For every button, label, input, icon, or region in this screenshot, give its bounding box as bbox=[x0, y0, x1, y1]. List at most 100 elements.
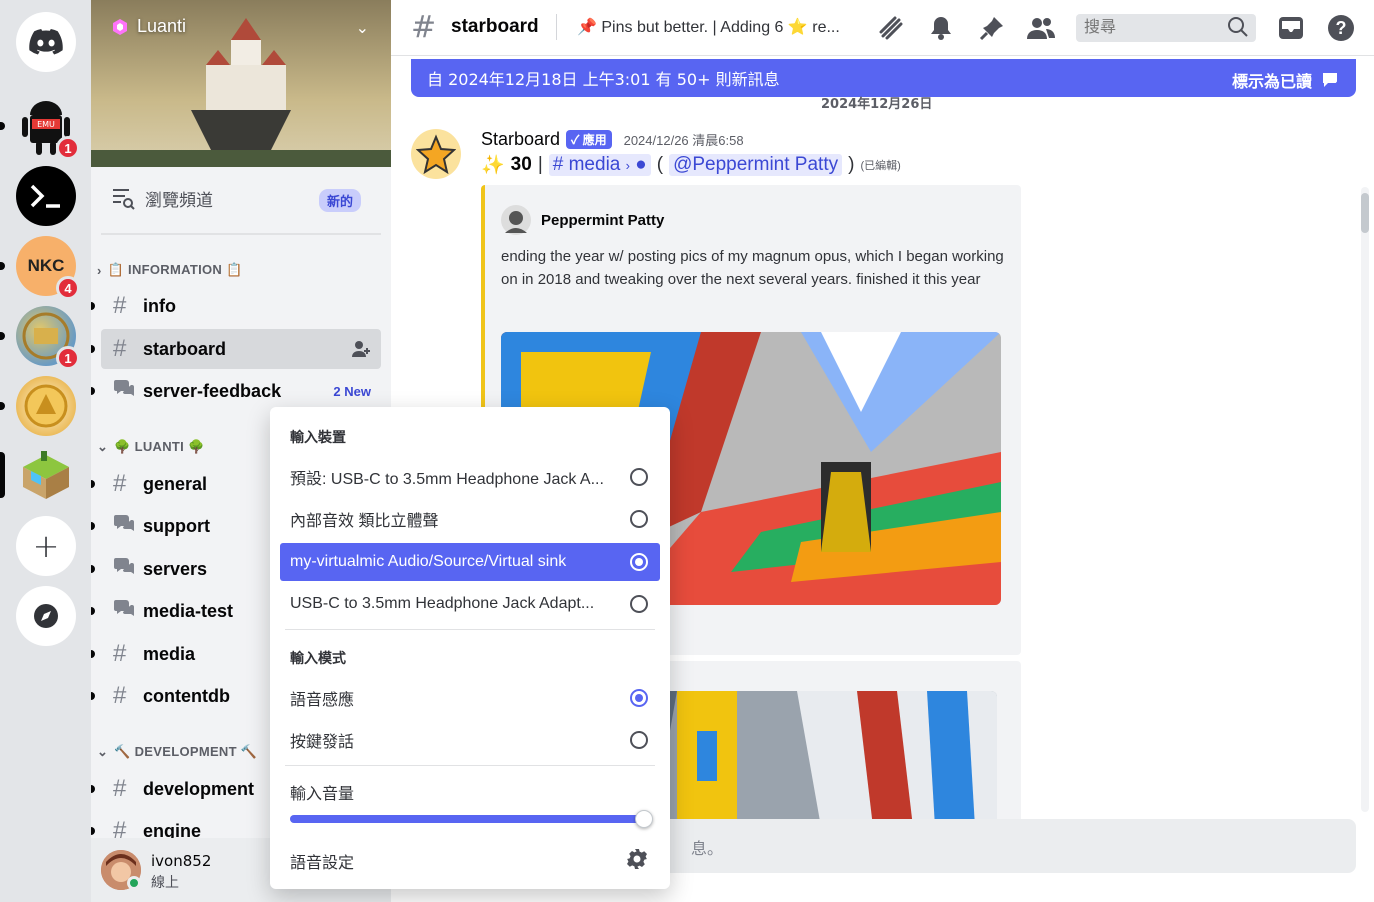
pin-icon bbox=[979, 17, 1003, 41]
browse-channels-button[interactable]: 瀏覽頻道 新的 bbox=[111, 183, 371, 213]
gear-icon[interactable] bbox=[626, 848, 648, 870]
compass-icon bbox=[34, 604, 58, 628]
device-option[interactable]: USB-C to 3.5mm Headphone Jack Adapt... bbox=[280, 585, 660, 623]
discover-button[interactable] bbox=[16, 586, 76, 646]
server-terminal[interactable] bbox=[16, 166, 76, 226]
new-messages-bar[interactable]: 自 2024年12月18日 上午3:01 有 50+ 則新訊息 標示為已讀 bbox=[411, 59, 1356, 97]
radio-button[interactable] bbox=[630, 510, 648, 528]
server-banner[interactable]: Luanti ⌄ bbox=[91, 0, 391, 167]
browse-list-icon bbox=[113, 189, 135, 210]
hash-icon: # bbox=[411, 10, 437, 45]
audio-input-popup: 輸入裝置 預設: USB-C to 3.5mm Headphone Jack A… bbox=[270, 407, 670, 889]
chevron-down-icon: ⌄ bbox=[97, 439, 109, 454]
divider bbox=[285, 765, 655, 766]
inbox-icon bbox=[1279, 17, 1303, 39]
unread-badge: 1 bbox=[56, 136, 80, 160]
mark-as-read-button[interactable]: 標示為已讀 bbox=[1232, 68, 1340, 92]
radio-button[interactable] bbox=[630, 468, 648, 486]
channel-server-feedback[interactable]: server-feedback 2 New bbox=[91, 371, 381, 411]
channel-starboard[interactable]: # starboard bbox=[91, 329, 381, 369]
hash-icon: # bbox=[113, 470, 127, 497]
category-development[interactable]: ⌄ 🔨 DEVELOPMENT 🔨 bbox=[97, 744, 257, 760]
embed-description: ending the year w/ posting pics of my ma… bbox=[501, 248, 1004, 288]
user-mention[interactable]: @Peppermint Patty bbox=[669, 154, 843, 176]
threads-button[interactable] bbox=[875, 12, 907, 44]
username: ivon852 bbox=[151, 852, 212, 870]
luanti-cube-icon bbox=[23, 451, 69, 499]
unread-badge: 1 bbox=[56, 346, 80, 370]
server-name: Luanti bbox=[111, 16, 186, 37]
browse-label: 瀏覽頻道 bbox=[145, 190, 213, 211]
radio-button[interactable] bbox=[630, 731, 648, 749]
add-server-button[interactable]: + bbox=[16, 516, 76, 576]
embed-author[interactable]: Peppermint Patty bbox=[501, 205, 664, 235]
message-content: ✨ 30 | # media › ● (@Peppermint Patty) (… bbox=[481, 154, 901, 176]
sparkle-star-icon: ✨ bbox=[481, 155, 505, 176]
device-option[interactable]: 預設: USB-C to 3.5mm Headphone Jack A... bbox=[280, 458, 660, 496]
server-boost-icon bbox=[113, 18, 127, 35]
notifications-button[interactable] bbox=[925, 12, 957, 44]
server-emblem[interactable] bbox=[16, 376, 76, 436]
radio-button[interactable] bbox=[630, 689, 648, 707]
inbox-button[interactable] bbox=[1275, 12, 1307, 44]
gold-emblem-icon bbox=[24, 384, 68, 428]
scrollbar[interactable] bbox=[1361, 187, 1369, 812]
separator: | bbox=[537, 154, 543, 175]
input-volume-label: 輸入音量 bbox=[290, 786, 355, 803]
radio-button[interactable] bbox=[630, 595, 648, 613]
help-icon: ? bbox=[1328, 15, 1354, 41]
device-option[interactable]: my-virtualmic Audio/Source/Virtual sink bbox=[280, 543, 660, 581]
forum-icon bbox=[113, 377, 143, 406]
starboard-avatar[interactable] bbox=[411, 129, 461, 179]
scrollbar-thumb[interactable] bbox=[1361, 193, 1369, 233]
pinned-button[interactable] bbox=[976, 12, 1008, 44]
app-tag: ✓ 應用 bbox=[566, 130, 612, 149]
radio-button[interactable] bbox=[630, 553, 648, 571]
input-mode-title: 輸入模式 bbox=[290, 650, 346, 666]
input-mode-option[interactable]: 按鍵發話 bbox=[280, 721, 660, 759]
hash-icon: # bbox=[552, 154, 569, 175]
hash-icon: # bbox=[113, 292, 127, 319]
slider-handle[interactable] bbox=[635, 810, 653, 828]
hash-icon: # bbox=[113, 335, 127, 362]
help-button[interactable]: ? bbox=[1325, 12, 1357, 44]
bell-icon bbox=[931, 17, 951, 40]
member-list-button[interactable] bbox=[1025, 12, 1057, 44]
new-posts-label: 2 New bbox=[333, 383, 371, 399]
avatar[interactable] bbox=[101, 850, 141, 890]
divider bbox=[285, 629, 655, 630]
edited-label: (已編輯) bbox=[860, 160, 901, 172]
discord-home-button[interactable] bbox=[16, 12, 76, 72]
server-rail: EMU 1 NKC 4 1 + bbox=[0, 0, 91, 902]
add-member-icon[interactable] bbox=[351, 339, 371, 359]
svg-text:?: ? bbox=[1336, 18, 1347, 38]
slider-fill bbox=[290, 815, 644, 823]
unread-badge: 4 bbox=[56, 276, 80, 300]
voice-settings-label[interactable]: 語音設定 bbox=[290, 849, 354, 873]
forum-icon bbox=[113, 512, 143, 541]
divider bbox=[556, 14, 557, 40]
input-volume-slider[interactable] bbox=[290, 810, 653, 828]
category-luanti[interactable]: ⌄ 🌳 LUANTI 🌳 bbox=[97, 439, 204, 455]
author-name[interactable]: Starboard bbox=[481, 129, 560, 150]
server-luanti[interactable] bbox=[16, 446, 76, 506]
input-mode-option[interactable]: 語音感應 bbox=[280, 679, 660, 717]
chevron-right-icon: › bbox=[97, 262, 102, 278]
channel-mention[interactable]: # media › ● bbox=[548, 154, 651, 176]
server-map[interactable]: 1 bbox=[16, 306, 80, 370]
date-separator: 2024年12月26日 bbox=[821, 97, 933, 112]
input-device-title: 輸入裝置 bbox=[290, 429, 346, 445]
svg-text:EMU: EMU bbox=[37, 120, 55, 129]
device-option[interactable]: 內部音效 類比立體聲 bbox=[280, 500, 660, 538]
category-information[interactable]: › 📋 INFORMATION 📋 bbox=[97, 262, 242, 278]
channel-topic[interactable]: 📌 Pins but better. | Adding 6 ⭐ re... bbox=[577, 17, 862, 37]
members-icon bbox=[1027, 18, 1055, 39]
chevron-down-icon[interactable]: ⌄ bbox=[356, 18, 369, 37]
embed-author-avatar bbox=[501, 205, 531, 235]
channel-header: # starboard 📌 Pins but better. | Adding … bbox=[391, 0, 1374, 56]
threads-icon bbox=[879, 16, 903, 40]
server-nkc[interactable]: NKC 4 bbox=[16, 236, 80, 300]
channel-info[interactable]: # info bbox=[91, 286, 381, 326]
server-emu[interactable]: EMU 1 bbox=[16, 96, 80, 160]
new-badge: 新的 bbox=[318, 189, 361, 212]
